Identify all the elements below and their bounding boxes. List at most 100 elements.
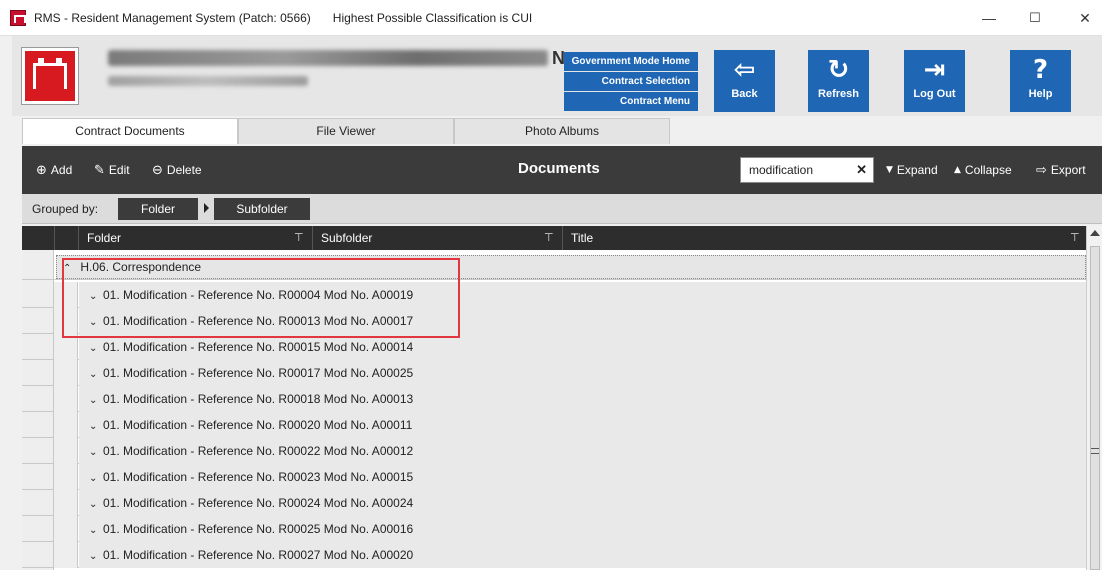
grid-header: Folder ⊤ Subfolder ⊤ Title ⊤ bbox=[22, 226, 1086, 250]
help-button[interactable]: ? Help bbox=[1010, 50, 1071, 112]
close-button[interactable]: ✕ bbox=[1062, 0, 1102, 36]
subgroup-row[interactable]: ⌄ 01. Modification - Reference No. R00020… bbox=[22, 412, 1086, 438]
export-icon: ⇨ bbox=[1036, 162, 1047, 178]
clear-search-icon[interactable]: ✕ bbox=[856, 158, 867, 182]
subfolder-filter-icon[interactable]: ⊤ bbox=[544, 231, 554, 244]
group-chip-folder[interactable]: Folder bbox=[118, 198, 198, 220]
expand-chevron-icon[interactable]: ⌄ bbox=[89, 310, 101, 336]
maximize-button[interactable]: ☐ bbox=[1012, 0, 1058, 36]
subgroup-row[interactable]: ⌄ 01. Modification - Reference No. R00027… bbox=[22, 542, 1086, 568]
logout-button[interactable]: ⇥ Log Out bbox=[904, 50, 965, 112]
redacted-contract-subtitle bbox=[108, 76, 308, 86]
expand-chevron-icon[interactable]: ⌄ bbox=[89, 388, 101, 414]
subgroup-row-label: 01. Modification - Reference No. R00022 … bbox=[103, 444, 414, 458]
column-header-folder[interactable]: Folder bbox=[78, 226, 312, 250]
government-mode-home-link[interactable]: Government Mode Home bbox=[564, 52, 698, 71]
expand-chevron-icon[interactable]: ⌄ bbox=[89, 466, 101, 492]
subgroup-row-label: 01. Modification - Reference No. R00027 … bbox=[103, 548, 414, 562]
group-row-correspondence[interactable]: ⌃ H.06. Correspondence bbox=[22, 254, 1086, 280]
delete-icon: ⊖ bbox=[152, 162, 163, 178]
group-chip-subfolder[interactable]: Subfolder bbox=[214, 198, 310, 220]
help-button-label: Help bbox=[1028, 88, 1053, 100]
subgroup-row-label: 01. Modification - Reference No. R00018 … bbox=[103, 392, 414, 406]
expand-chevron-icon[interactable]: ⌄ bbox=[89, 414, 101, 440]
delete-button[interactable]: ⊖ Delete bbox=[152, 160, 202, 180]
subgroup-row[interactable]: ⌄ 01. Modification - Reference No. R00022… bbox=[22, 438, 1086, 464]
contract-menu-link[interactable]: Contract Menu bbox=[564, 92, 698, 111]
collapse-button[interactable]: ▲ Collapse bbox=[954, 160, 1012, 180]
subgroup-row-label: 01. Modification - Reference No. R00004 … bbox=[103, 288, 414, 302]
expand-chevron-icon[interactable]: ⌄ bbox=[89, 440, 101, 466]
grouped-by-label: Grouped by: bbox=[32, 202, 99, 216]
folder-column-label: Folder bbox=[87, 231, 122, 245]
column-header-subfolder[interactable]: Subfolder bbox=[312, 226, 562, 250]
documents-grid: ⌃ H.06. Correspondence ⌄ 01. Modification… bbox=[22, 250, 1086, 570]
add-button[interactable]: ⊕ Add bbox=[36, 160, 72, 180]
export-label: Export bbox=[1050, 163, 1086, 177]
expand-chevron-icon[interactable]: ⌄ bbox=[89, 362, 101, 388]
search-value: modification bbox=[749, 163, 814, 177]
subgroup-row-label: 01. Modification - Reference No. R00015 … bbox=[103, 340, 414, 354]
refresh-button[interactable]: ↻ Refresh bbox=[808, 50, 869, 112]
indent-header bbox=[54, 226, 78, 250]
collapse-chevron-icon[interactable]: ⌃ bbox=[63, 258, 75, 280]
expand-chevron-icon[interactable]: ⌄ bbox=[89, 518, 101, 544]
minimize-button[interactable]: — bbox=[966, 0, 1012, 36]
subgroup-row-label: 01. Modification - Reference No. R00017 … bbox=[103, 366, 414, 380]
subgroup-row[interactable]: ⌄ 01. Modification - Reference No. R00013… bbox=[22, 308, 1086, 334]
subgroup-row[interactable]: ⌄ 01. Modification - Reference No. R00017… bbox=[22, 360, 1086, 386]
expand-label: Expand bbox=[896, 163, 938, 177]
subgroup-row[interactable]: ⌄ 01. Modification - Reference No. R00004… bbox=[22, 282, 1086, 308]
redacted-contract-name bbox=[108, 50, 548, 66]
refresh-icon: ↻ bbox=[827, 55, 850, 85]
document-search-input[interactable]: modification ✕ bbox=[740, 157, 874, 183]
expand-chevron-icon[interactable]: ⌄ bbox=[89, 492, 101, 518]
subgroup-row[interactable]: ⌄ 01. Modification - Reference No. R00025… bbox=[22, 516, 1086, 542]
subgroup-row[interactable]: ⌄ 01. Modification - Reference No. R00024… bbox=[22, 490, 1086, 516]
expand-chevron-icon[interactable]: ⌄ bbox=[89, 284, 101, 310]
column-header-title[interactable]: Title bbox=[562, 226, 1086, 250]
app-header: N Government Mode Home Contract Selectio… bbox=[12, 36, 1102, 116]
back-arrow-icon: ⇦ bbox=[733, 55, 756, 85]
expand-button[interactable]: ▼ Expand bbox=[886, 160, 938, 180]
collapse-triangle-icon: ▲ bbox=[954, 165, 961, 175]
group-row-label: H.06. Correspondence bbox=[80, 260, 202, 274]
scrollbar-grip-icon bbox=[1091, 448, 1099, 454]
add-icon: ⊕ bbox=[36, 162, 47, 178]
back-button-label: Back bbox=[731, 88, 758, 100]
edit-button[interactable]: ✎ Edit bbox=[94, 160, 130, 180]
row-selector-header bbox=[22, 226, 54, 250]
expand-triangle-icon: ▼ bbox=[886, 165, 893, 175]
scroll-up-arrow-icon[interactable] bbox=[1090, 230, 1100, 236]
documents-toolbar: ⊕ Add ✎ Edit ⊖ Delete Documents modifica… bbox=[22, 146, 1102, 194]
expand-chevron-icon[interactable]: ⌄ bbox=[89, 544, 101, 570]
logout-button-label: Log Out bbox=[913, 88, 956, 100]
tab-photo-albums[interactable]: Photo Albums bbox=[454, 118, 670, 144]
help-icon: ? bbox=[1032, 55, 1049, 85]
logout-icon: ⇥ bbox=[923, 55, 946, 85]
grid-vertical-scrollbar[interactable] bbox=[1086, 226, 1102, 570]
documents-title: Documents bbox=[518, 160, 600, 177]
subgroup-row[interactable]: ⌄ 01. Modification - Reference No. R00018… bbox=[22, 386, 1086, 412]
export-button[interactable]: ⇨ Export bbox=[1036, 160, 1086, 180]
scrollbar-thumb[interactable] bbox=[1090, 246, 1100, 570]
classification-notice: Highest Possible Classification is CUI bbox=[332, 10, 533, 25]
grouped-by-bar: Grouped by: Folder Subfolder bbox=[22, 194, 1102, 224]
tab-contract-documents[interactable]: Contract Documents bbox=[22, 118, 238, 144]
subgroup-row-label: 01. Modification - Reference No. R00025 … bbox=[103, 522, 414, 536]
title-filter-icon[interactable]: ⊤ bbox=[1070, 231, 1080, 244]
group-separator-arrow-icon bbox=[204, 203, 209, 213]
subgroup-row-label: 01. Modification - Reference No. R00023 … bbox=[103, 470, 414, 484]
expand-chevron-icon[interactable]: ⌄ bbox=[89, 336, 101, 362]
collapse-label: Collapse bbox=[964, 163, 1012, 177]
add-label: Add bbox=[50, 163, 73, 177]
edit-icon: ✎ bbox=[94, 162, 105, 178]
subgroup-row[interactable]: ⌄ 01. Modification - Reference No. R00023… bbox=[22, 464, 1086, 490]
subgroup-row[interactable]: ⌄ 01. Modification - Reference No. R00015… bbox=[22, 334, 1086, 360]
tab-file-viewer[interactable]: File Viewer bbox=[238, 118, 454, 144]
delete-label: Delete bbox=[166, 163, 202, 177]
back-button[interactable]: ⇦ Back bbox=[714, 50, 775, 112]
folder-filter-icon[interactable]: ⊤ bbox=[294, 231, 304, 244]
contract-selection-link[interactable]: Contract Selection bbox=[564, 72, 698, 91]
title-column-label: Title bbox=[571, 231, 594, 245]
